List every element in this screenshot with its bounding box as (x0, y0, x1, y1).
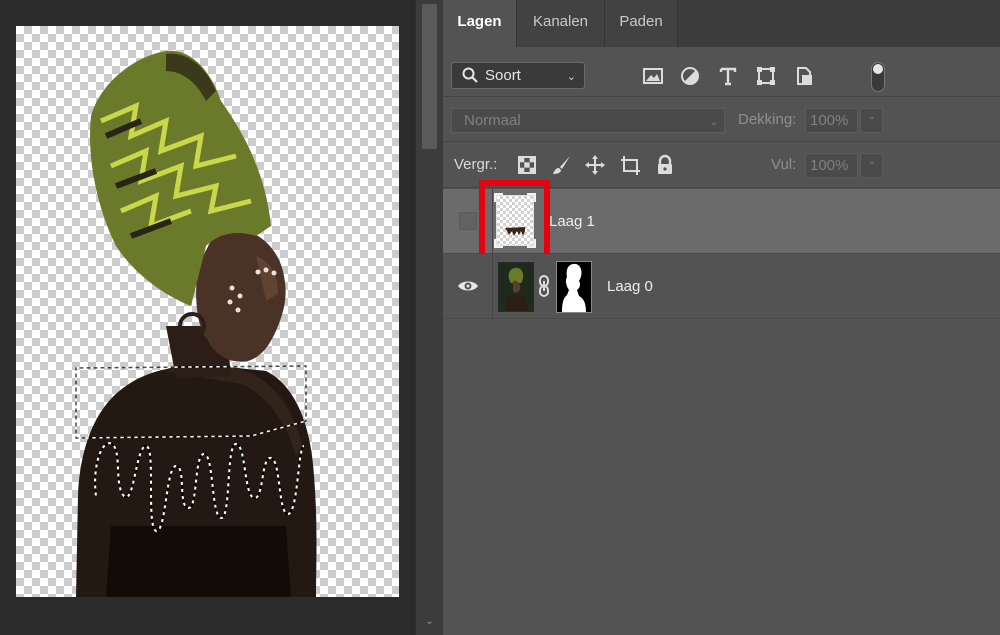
layer-name[interactable]: Laag 0 (607, 278, 653, 295)
portrait-thumbnail (499, 263, 533, 311)
image-filter-icon[interactable] (642, 65, 664, 87)
visibility-cell[interactable] (443, 254, 493, 319)
lock-label: Vergr.: (454, 156, 498, 173)
visibility-toggle-off[interactable] (459, 212, 477, 230)
fill-input[interactable]: 100% (805, 153, 858, 178)
fill-label: Vul: (771, 156, 797, 173)
panel-tab-bar: Lagen Kanalen Paden (443, 0, 1000, 47)
layer-row[interactable]: Laag 1 (443, 180, 1000, 267)
tab-channels[interactable]: Kanalen (517, 0, 605, 47)
portrait-image (75, 50, 317, 597)
chevron-down-icon: ⌄ (867, 111, 876, 122)
filter-kind-select[interactable]: Soort ⌄ (451, 62, 585, 89)
layer-name[interactable]: Laag 1 (549, 213, 595, 230)
canvas-area[interactable] (0, 0, 415, 635)
opacity-dropdown[interactable]: ⌄ (860, 108, 883, 133)
layer-mask-thumbnail[interactable] (556, 261, 592, 313)
lock-image-pixels-icon[interactable] (551, 154, 573, 176)
layer-thumbnail[interactable] (498, 262, 534, 312)
adjustment-filter-icon[interactable] (679, 65, 701, 87)
layer-row[interactable]: Laag 0 (443, 254, 1000, 319)
type-filter-icon[interactable] (717, 65, 739, 87)
lock-artboard-icon[interactable] (619, 154, 641, 176)
blend-mode-value: Normaal (464, 112, 521, 129)
layers-panel: Lagen Kanalen Paden Soort ⌄ Normaal ⌄ De… (443, 0, 1000, 635)
document-canvas[interactable] (16, 26, 399, 597)
chevron-down-icon: ⌄ (867, 156, 876, 167)
photoshop-window: ⌄ Lagen Kanalen Paden Soort ⌄ Normaal ⌄ … (0, 0, 1000, 635)
mask-silhouette (562, 263, 586, 312)
blend-mode-select[interactable]: Normaal ⌄ (451, 108, 725, 133)
search-icon (462, 67, 478, 83)
lock-transparent-pixels-icon[interactable] (516, 154, 538, 176)
eye-icon[interactable] (457, 278, 479, 294)
layers-empty-area[interactable] (443, 320, 1000, 635)
filter-toggle-switch[interactable] (871, 62, 885, 92)
canvas-scrollbar[interactable]: ⌄ (415, 0, 443, 635)
opacity-input[interactable]: 100% (805, 108, 858, 133)
chevron-down-icon: ⌄ (709, 117, 718, 128)
blend-row: Normaal ⌄ Dekking: 100% ⌄ (443, 97, 1000, 142)
chevron-down-icon: ⌄ (566, 71, 576, 83)
scrollbar-thumb[interactable] (422, 4, 437, 149)
fill-dropdown[interactable]: ⌄ (860, 153, 883, 178)
opacity-label: Dekking: (738, 111, 797, 128)
chain-link-icon[interactable] (537, 275, 551, 297)
lock-position-icon[interactable] (584, 154, 606, 176)
smart-object-filter-icon[interactable] (793, 65, 815, 87)
filter-kind-label: Soort (485, 67, 521, 84)
shape-filter-icon[interactable] (755, 65, 777, 87)
scroll-down-icon[interactable]: ⌄ (422, 616, 437, 627)
tab-paths[interactable]: Paden (605, 0, 678, 47)
tab-layers[interactable]: Lagen (443, 0, 517, 47)
lock-all-icon[interactable] (654, 154, 676, 176)
layer-filter-row: Soort ⌄ (443, 47, 1000, 97)
